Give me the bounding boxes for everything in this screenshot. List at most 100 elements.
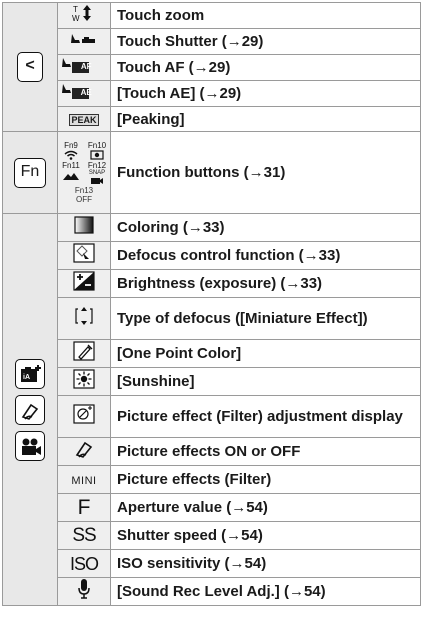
arrow-left-icon: < <box>17 52 43 82</box>
fn-key-icon: Fn <box>14 157 46 188</box>
row-text: Touch zoom <box>110 2 421 29</box>
row-text: Brightness (exposure) (→33) <box>110 269 421 298</box>
row-text: [Sunshine] <box>110 367 421 396</box>
icon-reference-table-wrapper: < T W Touch zoom Touch Shutter (→29) AF … <box>2 2 421 606</box>
icon-cell: ISO <box>57 549 111 578</box>
table-row: F Aperture value (→54) <box>3 493 421 522</box>
table-row: PEAK [Peaking] <box>3 106 421 132</box>
picture-effects-toggle-icon <box>73 439 95 464</box>
coloring-icon <box>74 216 94 239</box>
table-row: Defocus control function (→33) <box>3 241 421 270</box>
table-row: Picture effects ON or OFF <box>3 437 421 466</box>
table-row: iA Coloring (→33) <box>2 213 421 606</box>
icon-cell: AE <box>57 80 111 107</box>
svg-text:iA: iA <box>23 374 30 381</box>
row-text: Aperture value (→54) <box>110 493 421 522</box>
iso-sensitivity-icon: ISO <box>69 553 99 574</box>
row-text: Function buttons (→31) <box>110 131 421 214</box>
fn13-off-label: OFF <box>76 195 92 204</box>
touch-ae-icon-label: AE <box>80 88 92 97</box>
aperture-value-icon: F <box>77 495 91 519</box>
row-text: Picture effects (Filter) <box>110 465 421 494</box>
table-row: [Sunshine] <box>3 367 421 396</box>
fn9-label: Fn9 <box>64 141 78 150</box>
brightness-exposure-icon <box>73 271 95 296</box>
icon-cell <box>57 213 111 242</box>
fn13-label: Fn13 <box>74 186 94 195</box>
icon-cell: Fn9 Fn10 Fn11 Fn12 SNAP Fn13 OFF <box>57 131 111 214</box>
icon-cell <box>57 297 111 340</box>
row-text: Shutter speed (→54) <box>110 521 421 550</box>
peaking-icon: PEAK <box>69 114 99 126</box>
table-row: Fn Fn9 Fn10 Fn11 Fn12 SNAP Fn13 OFF Func… <box>2 131 421 214</box>
side-cell-fn: Fn <box>2 131 58 214</box>
icon-cell <box>57 395 111 438</box>
row-text: Touch Shutter (→29) <box>110 28 421 55</box>
icon-cell: MINI <box>57 465 111 494</box>
icon-cell <box>57 577 111 606</box>
icon-cell: T W <box>57 2 111 29</box>
icon-cell <box>57 241 111 270</box>
fn12-label: Fn12 <box>87 161 107 170</box>
sunshine-icon <box>73 369 95 394</box>
table-row: [One Point Color] <box>3 339 421 368</box>
table-row: MINI Picture effects (Filter) <box>3 465 421 494</box>
table-row: Brightness (exposure) (→33) <box>3 269 421 298</box>
row-text: Picture effect (Filter) adjustment displ… <box>110 395 421 438</box>
side-cell-touch: < <box>2 2 58 132</box>
table-row: ISO ISO sensitivity (→54) <box>3 549 421 578</box>
icon-cell: SS <box>57 521 111 550</box>
row-text: Type of defocus ([Miniature Effect]) <box>110 297 421 340</box>
picture-effect-filter-adjust-icon <box>73 404 95 429</box>
row-text: Touch AF (→29) <box>110 54 421 81</box>
row-text: [Peaking] <box>110 106 421 132</box>
icon-cell: AF <box>57 54 111 81</box>
mini-icon: MINI <box>71 474 97 487</box>
row-text: [One Point Color] <box>110 339 421 368</box>
touch-af-icon: AF <box>60 56 107 79</box>
snap-movie-icon <box>91 178 103 184</box>
icon-cell <box>57 367 111 396</box>
table-row: AF Touch AF (→29) <box>3 54 421 81</box>
intelligent-auto-plus-icon: iA <box>15 358 45 389</box>
svg-text:W: W <box>72 14 80 22</box>
row-text: ISO sensitivity (→54) <box>110 549 421 578</box>
row-text: Picture effects ON or OFF <box>110 437 421 466</box>
row-text: Defocus control function (→33) <box>110 241 421 270</box>
row-text: [Touch AE] (→29) <box>110 80 421 107</box>
touch-shutter-icon <box>69 31 99 52</box>
icon-cell <box>57 269 111 298</box>
icon-cell: PEAK <box>57 106 111 132</box>
defocus-control-icon <box>73 243 95 268</box>
icon-cell <box>57 437 111 466</box>
table-row: < T W Touch zoom <box>2 2 421 132</box>
touch-af-icon-label: AF <box>80 62 92 71</box>
touch-ae-icon: AE <box>60 82 108 105</box>
icon-reference-table: < T W Touch zoom Touch Shutter (→29) AF … <box>2 2 421 606</box>
function-buttons-icon: Fn9 Fn10 Fn11 Fn12 SNAP Fn13 OFF <box>58 141 110 204</box>
creative-video-icon <box>15 430 45 461</box>
touch-zoom-icon: T W <box>69 4 99 27</box>
microphone-icon <box>77 578 91 605</box>
wifi-icon <box>64 150 78 160</box>
fn11-label: Fn11 <box>62 161 80 170</box>
table-row: Touch Shutter (→29) <box>3 28 421 55</box>
table-row: Picture effect (Filter) adjustment displ… <box>3 395 421 438</box>
svg-text:T: T <box>73 5 78 14</box>
shutter-speed-icon: SS <box>72 524 96 546</box>
icon-cell: F <box>57 493 111 522</box>
defocus-type-icon <box>74 305 94 332</box>
icon-cell <box>57 28 111 55</box>
table-row: Type of defocus ([Miniature Effect]) <box>3 297 421 340</box>
camera-mode-icon <box>90 150 104 160</box>
one-point-color-icon <box>73 341 95 366</box>
side-cell-modes: iA <box>2 213 58 606</box>
landscape-icon <box>63 173 79 180</box>
table-row: [Sound Rec Level Adj.] (→54) <box>3 577 421 606</box>
table-row: AE [Touch AE] (→29) <box>3 80 421 107</box>
creative-control-icon <box>15 394 45 425</box>
row-text: Coloring (→33) <box>110 213 421 242</box>
row-text: [Sound Rec Level Adj.] (→54) <box>110 577 421 606</box>
icon-cell <box>57 339 111 368</box>
fn10-label: Fn10 <box>87 141 107 150</box>
